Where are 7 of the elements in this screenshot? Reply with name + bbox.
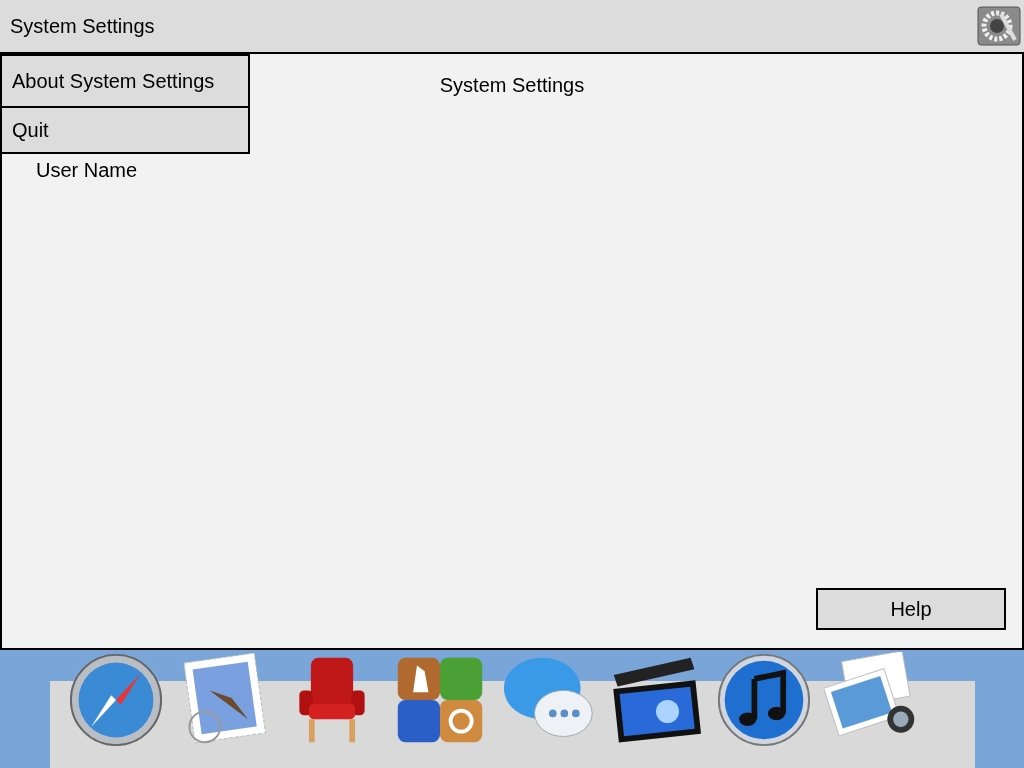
help-button[interactable]: Help xyxy=(816,588,1006,630)
window-title: System Settings xyxy=(439,74,585,97)
app-title: System Settings xyxy=(10,14,155,38)
compass-icon[interactable] xyxy=(68,652,164,748)
gear-icon[interactable] xyxy=(977,6,1021,46)
music-note-icon[interactable] xyxy=(716,652,812,748)
user-name: User Name xyxy=(36,159,138,182)
